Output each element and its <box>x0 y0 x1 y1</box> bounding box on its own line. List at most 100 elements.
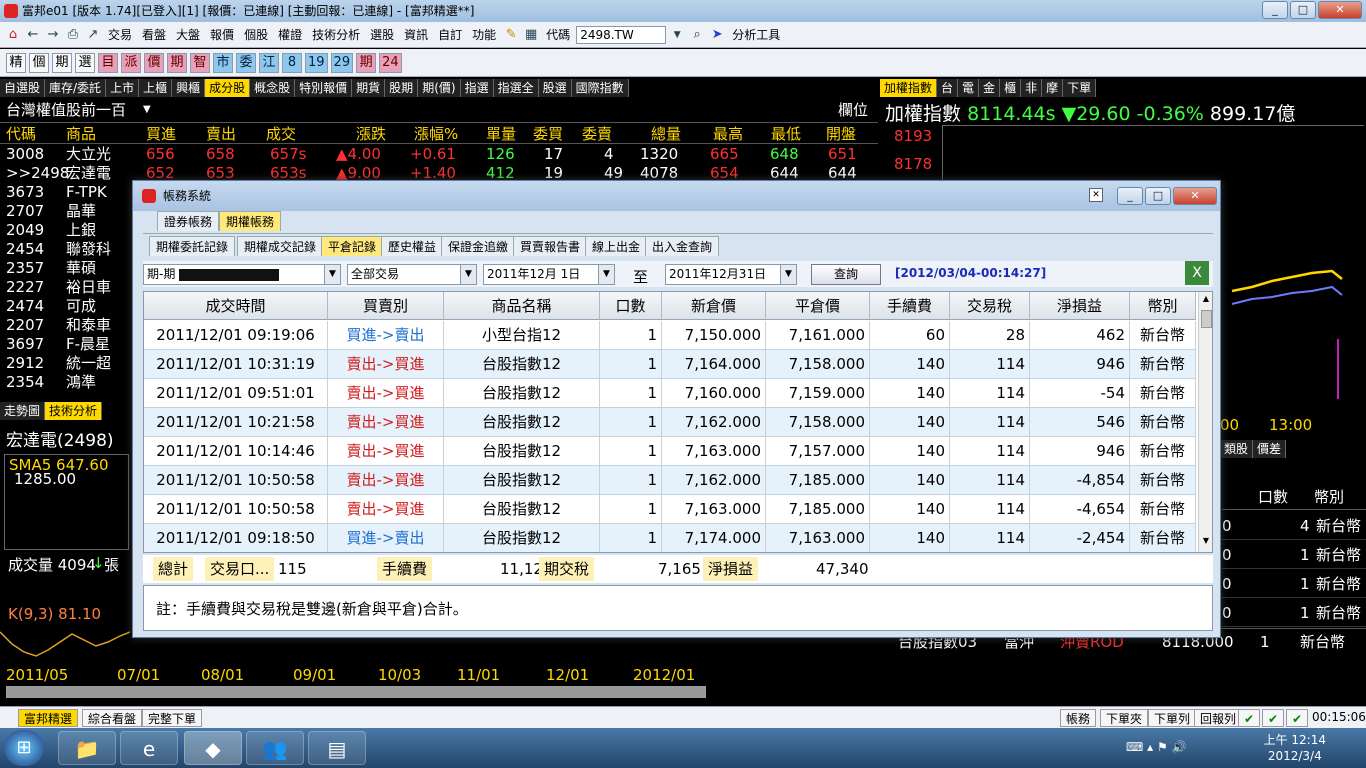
tab-taiex[interactable]: 加權指數 <box>880 79 938 97</box>
quick-btn-11[interactable]: 江 <box>259 52 279 73</box>
quick-btn-8[interactable]: 智 <box>190 52 210 73</box>
tab-futures-account[interactable]: 期權帳務 <box>219 211 282 231</box>
quick-btn-3[interactable]: 選 <box>75 52 95 73</box>
table-scrollbar[interactable]: ▲ ▼ <box>1198 292 1212 552</box>
fubon-app-icon[interactable]: ◆ <box>184 731 242 765</box>
pen-icon[interactable]: ✎ <box>502 26 520 44</box>
check-icon[interactable]: ✔ <box>1238 709 1261 727</box>
messenger-icon[interactable]: 👥 <box>246 731 304 765</box>
tab-spread[interactable]: 價差 <box>1253 440 1287 458</box>
tab-index-options[interactable]: 指選 <box>460 79 494 97</box>
subtab-fund-query[interactable]: 出入金查詢 <box>645 236 720 256</box>
subtab-margin-call[interactable]: 保證金追繳 <box>441 236 516 256</box>
menu-stock[interactable]: 個股 <box>240 26 272 43</box>
col-high[interactable]: 最高 <box>713 123 743 145</box>
scroll-down-icon[interactable]: ▼ <box>1200 536 1212 548</box>
columns-button[interactable]: 欄位 <box>838 99 868 121</box>
dropdown-icon[interactable]: ▼ <box>668 26 686 44</box>
table-row[interactable]: 2011/12/01 10:50:58 賣出->買進 台股指數12 1 7,162.00… <box>144 466 1196 495</box>
back-icon[interactable]: ← <box>24 26 42 44</box>
tab-otc-index[interactable]: 櫃 <box>1000 79 1022 97</box>
status-btn-order-folder[interactable]: 下單夾 <box>1100 709 1149 727</box>
status-tab-overview[interactable]: 綜合看盤 <box>82 709 143 727</box>
tray-icons[interactable]: ⌨ ▴ ⚑ 🔊 <box>1126 740 1187 754</box>
col-header-product[interactable]: 商品名稱 <box>444 292 600 320</box>
menu-warrant[interactable]: 權證 <box>274 26 306 43</box>
account-select[interactable]: 期-期 ▼ <box>143 264 341 285</box>
col-total[interactable]: 總量 <box>651 123 681 145</box>
check-icon[interactable]: ✔ <box>1262 709 1285 727</box>
status-btn-report-bar[interactable]: 回報列 <box>1194 709 1243 727</box>
subtab-orders[interactable]: 期權委託記錄 <box>149 236 236 256</box>
table-row[interactable]: 2011/12/01 10:31:19 賣出->買進 台股指數12 1 7,164.00… <box>144 350 1196 379</box>
col-bid[interactable]: 買進 <box>146 123 176 145</box>
tab-special[interactable]: 特別報價 <box>295 79 353 97</box>
tab-stock-futures[interactable]: 股期 <box>385 79 419 97</box>
calc-icon[interactable]: ▦ <box>522 26 540 44</box>
menu-trade[interactable]: 交易 <box>104 26 136 43</box>
quick-btn-6[interactable]: 價 <box>144 52 164 73</box>
col-header-fee[interactable]: 手續費 <box>870 292 950 320</box>
tab-trend[interactable]: 走勢圖 <box>0 402 46 420</box>
ie-browser-icon[interactable]: e <box>120 731 178 765</box>
check-icon[interactable]: ✔ <box>1286 709 1309 727</box>
minimize-button[interactable]: _ <box>1262 1 1288 19</box>
list-title[interactable]: 台灣權值股前一百 <box>6 99 126 121</box>
tab-technical[interactable]: 技術分析 <box>45 402 103 420</box>
maximize-button[interactable]: □ <box>1290 1 1316 19</box>
status-btn-order-bar[interactable]: 下單列 <box>1148 709 1197 727</box>
col-header-time[interactable]: 成交時間 <box>144 292 328 320</box>
explorer-icon[interactable]: 📁 <box>58 731 116 765</box>
tab-constituents[interactable]: 成分股 <box>205 79 251 97</box>
quick-btn-9[interactable]: 市 <box>213 52 233 73</box>
quick-btn-7[interactable]: 期 <box>167 52 187 73</box>
dialog-pin-icon[interactable]: ✕ <box>1089 188 1103 202</box>
home-icon[interactable]: ⌂ <box>4 26 22 44</box>
quick-btn-0[interactable]: 精 <box>6 52 26 73</box>
order-row[interactable]: 0 4 新台幣 <box>1222 512 1366 540</box>
col-pct[interactable]: 漲幅% <box>414 123 458 145</box>
table-row[interactable]: 2011/12/01 10:50:58 賣出->買進 台股指數12 1 7,163.00… <box>144 495 1196 524</box>
order-row[interactable]: 0 1 新台幣 <box>1222 570 1366 598</box>
col-ask-qty[interactable]: 委賣 <box>582 123 612 145</box>
menu-custom[interactable]: 自訂 <box>434 26 466 43</box>
subtab-history-equity[interactable]: 歷史權益 <box>381 236 444 256</box>
quick-btn-15[interactable]: 期 <box>356 52 377 73</box>
col-last[interactable]: 成交 <box>266 123 296 145</box>
col-header-cur[interactable]: 幣別 <box>1130 292 1196 320</box>
subtab-withdraw[interactable]: 線上出金 <box>585 236 648 256</box>
dialog-maximize-button[interactable]: □ <box>1145 187 1171 205</box>
quick-btn-4[interactable]: 目 <box>98 52 118 73</box>
menu-view[interactable]: 看盤 <box>138 26 170 43</box>
menu-technical[interactable]: 技術分析 <box>308 26 364 43</box>
quick-btn-12[interactable]: 8 <box>282 52 302 73</box>
table-row[interactable]: 2011/12/01 10:21:58 賣出->買進 台股指數12 1 7,162.00… <box>144 408 1196 437</box>
tab-watchlist[interactable]: 自選股 <box>0 79 46 97</box>
tab-futures-price[interactable]: 期(價) <box>418 79 461 97</box>
search-icon[interactable]: ⌕ <box>688 26 706 44</box>
col-low[interactable]: 最低 <box>771 123 801 145</box>
menu-analysis-tools[interactable]: 分析工具 <box>728 26 784 43</box>
menu-function[interactable]: 功能 <box>468 26 500 43</box>
tab-sector[interactable]: 類股 <box>1220 440 1254 458</box>
tab-elec[interactable]: 電 <box>958 79 980 97</box>
tab-emerging[interactable]: 興櫃 <box>172 79 206 97</box>
quick-btn-14[interactable]: 29 <box>330 52 354 73</box>
tab-msci[interactable]: 摩 <box>1042 79 1064 97</box>
quote-row[interactable]: 3008 大立光 656 658 657s ▲4.00 +0.61 126 17 4 1320 665… <box>0 145 878 164</box>
status-tab-featured[interactable]: 富邦精選 <box>18 709 79 727</box>
col-volume[interactable]: 單量 <box>486 123 516 145</box>
tab-securities-account[interactable]: 證券帳務 <box>157 211 220 231</box>
subtab-trade-report[interactable]: 買賣報告書 <box>513 236 588 256</box>
col-header-tax[interactable]: 交易稅 <box>950 292 1030 320</box>
tab-index-options-all[interactable]: 指選全 <box>493 79 539 97</box>
tab-tw[interactable]: 台 <box>937 79 959 97</box>
scroll-up-icon[interactable]: ▲ <box>1200 294 1212 306</box>
tab-inventory[interactable]: 庫存/委託 <box>45 79 107 97</box>
col-change[interactable]: 漲跌 <box>356 123 386 145</box>
chart-scrollbar[interactable] <box>6 686 706 698</box>
tab-fin[interactable]: 金 <box>979 79 1001 97</box>
col-header-qty[interactable]: 口數 <box>600 292 662 320</box>
quick-btn-1[interactable]: 個 <box>29 52 49 73</box>
order-row[interactable]: 0 1 新台幣 <box>1222 541 1366 569</box>
